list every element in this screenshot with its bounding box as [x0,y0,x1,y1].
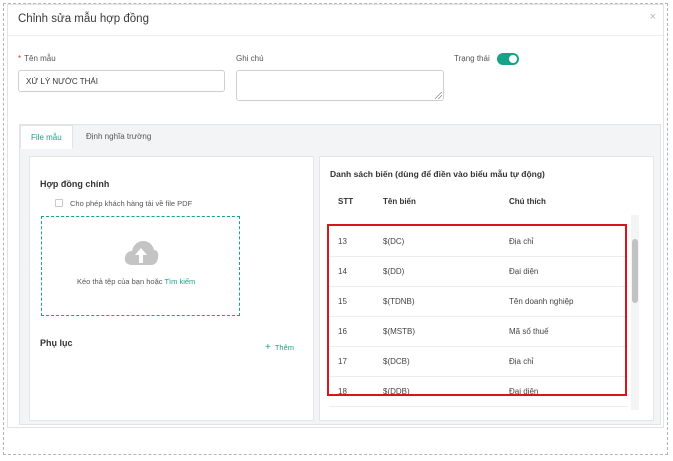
cloud-upload-icon [124,241,159,265]
tab-field-definition[interactable]: Định nghĩa trường [76,125,161,149]
cell-variable-name: $(TDNB) [383,297,415,306]
cell-stt: 16 [338,327,347,336]
modal-header: Chỉnh sửa mẫu hợp đồng × [8,5,663,36]
cell-variable-name: $(DDB) [383,387,410,396]
variables-card: Danh sách biến (dùng để điền vào biểu mẫ… [319,156,654,421]
resize-grip-icon[interactable] [435,92,442,99]
cell-stt: 18 [338,387,347,396]
toggle-knob [509,55,517,63]
cell-note: Địa chỉ [509,237,534,246]
plus-icon: + [265,342,271,353]
table-row[interactable]: 18 $(DDB) Đại diện [329,377,628,407]
status-toggle[interactable] [497,53,519,65]
cell-note: Tên doanh nghiệp [509,297,574,306]
template-name-label-text: Tên mẫu [24,54,56,63]
cell-stt: 15 [338,297,347,306]
note-field-wrapper [236,70,444,101]
variables-table-body: 13 $(DC) Địa chỉ 14 $(DD) Đại diện 15 $(… [329,227,628,407]
allow-pdf-checkbox[interactable] [55,199,63,207]
table-row[interactable]: 13 $(DC) Địa chỉ [329,227,628,257]
file-dropzone[interactable]: Kéo thả tệp của bạn hoặc Tìm kiếm [41,216,240,316]
note-label: Ghi chú [236,54,264,63]
cell-variable-name: $(DD) [383,267,405,276]
dropzone-text: Kéo thả tệp của bạn hoặc [77,277,163,286]
table-row[interactable]: 14 $(DD) Đại diện [329,257,628,287]
table-row[interactable]: 16 $(MSTB) Mã số thuế [329,317,628,347]
template-name-input[interactable] [18,70,225,92]
tabs-area: File mẫu Định nghĩa trường Hợp đồng chín… [19,124,661,425]
table-row[interactable]: 17 $(DCB) Địa chỉ [329,347,628,377]
cell-stt: 17 [338,357,347,366]
variables-title: Danh sách biến (dùng để điền vào biểu mẫ… [330,169,545,179]
required-mark: * [18,54,22,63]
tab-bar: File mẫu Định nghĩa trường [20,125,660,149]
note-textarea[interactable] [236,70,444,101]
status-label: Trạng thái [454,54,490,63]
cell-note: Đại diện [509,387,539,396]
cell-variable-name: $(DC) [383,237,405,246]
search-link[interactable]: Tìm kiếm [164,277,195,286]
col-head-note: Chú thích [509,197,546,206]
main-contract-title: Hợp đồng chính [40,179,110,189]
template-name-label: * Tên mẫu [18,54,56,63]
table-row[interactable]: 15 $(TDNB) Tên doanh nghiệp [329,287,628,317]
add-label: Thêm [274,343,295,352]
cell-stt: 14 [338,267,347,276]
cell-variable-name: $(MSTB) [383,327,415,336]
tab-template-file[interactable]: File mẫu [20,125,73,149]
cell-note: Mã số thuế [509,327,549,336]
close-icon[interactable]: × [650,11,656,23]
cell-stt: 13 [338,237,347,246]
dropzone-text-line: Kéo thả tệp của bạn hoặc Tìm kiếm [77,277,195,286]
allow-pdf-label: Cho phép khách hàng tải về file PDF [70,199,193,208]
scrollbar-thumb[interactable] [632,239,638,303]
table-scrollbar[interactable] [631,215,639,410]
contract-files-card: Hợp đồng chính Cho phép khách hàng tải v… [29,156,314,421]
cell-note: Địa chỉ [509,357,534,366]
add-appendix-button[interactable]: + Thêm [265,342,294,353]
col-head-variable-name: Tên biến [383,197,416,206]
appendix-title: Phụ lục [40,338,73,348]
modal-title: Chỉnh sửa mẫu hợp đồng [18,13,149,25]
cell-note: Đại diện [509,267,539,276]
cell-variable-name: $(DCB) [383,357,410,366]
col-head-stt: STT [338,197,354,206]
edit-contract-template-modal: Chỉnh sửa mẫu hợp đồng × *Tên mẫu Ghi ch… [7,4,664,428]
